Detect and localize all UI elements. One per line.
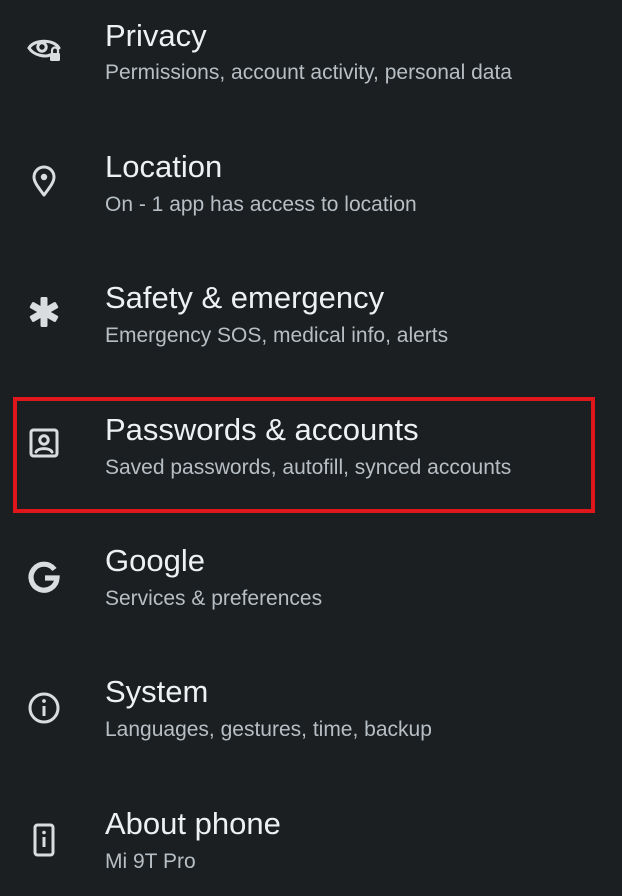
settings-item-subtitle: Languages, gestures, time, backup (105, 718, 432, 741)
settings-item-subtitle: Permissions, account activity, personal … (105, 61, 512, 84)
google-g-icon (22, 555, 66, 599)
info-circle-icon (22, 686, 66, 730)
settings-item-title: Google (105, 543, 205, 578)
settings-item-about-phone[interactable]: About phone Mi 9T Pro (0, 786, 622, 896)
settings-item-subtitle: Mi 9T Pro (105, 850, 196, 873)
privacy-eye-lock-icon (22, 26, 66, 70)
settings-item-title: Location (105, 149, 223, 184)
phone-info-icon (22, 818, 66, 862)
settings-item-subtitle: Saved passwords, autofill, synced accoun… (105, 456, 512, 479)
location-pin-icon (22, 159, 66, 203)
settings-item-title: Privacy (105, 18, 207, 53)
settings-list: Privacy Permissions, account activity, p… (0, 0, 622, 896)
account-box-icon (22, 421, 66, 465)
settings-item-title: About phone (105, 806, 281, 841)
settings-item-safety-emergency[interactable]: Safety & emergency Emergency SOS, medica… (0, 262, 622, 393)
settings-item-title: Safety & emergency (105, 280, 385, 315)
settings-item-title: Passwords & accounts (105, 412, 419, 447)
settings-item-system[interactable]: System Languages, gestures, time, backup (0, 655, 622, 786)
settings-item-subtitle: Services & preferences (105, 587, 323, 610)
settings-item-title: System (105, 674, 209, 709)
settings-item-google[interactable]: Google Services & preferences (0, 524, 622, 655)
asterisk-emergency-icon (22, 290, 66, 334)
settings-item-privacy[interactable]: Privacy Permissions, account activity, p… (0, 0, 622, 131)
settings-item-subtitle: Emergency SOS, medical info, alerts (105, 324, 449, 347)
settings-item-passwords-accounts[interactable]: Passwords & accounts Saved passwords, au… (0, 393, 622, 524)
settings-item-location[interactable]: Location On - 1 app has access to locati… (0, 131, 622, 262)
settings-item-subtitle: On - 1 app has access to location (105, 193, 417, 216)
